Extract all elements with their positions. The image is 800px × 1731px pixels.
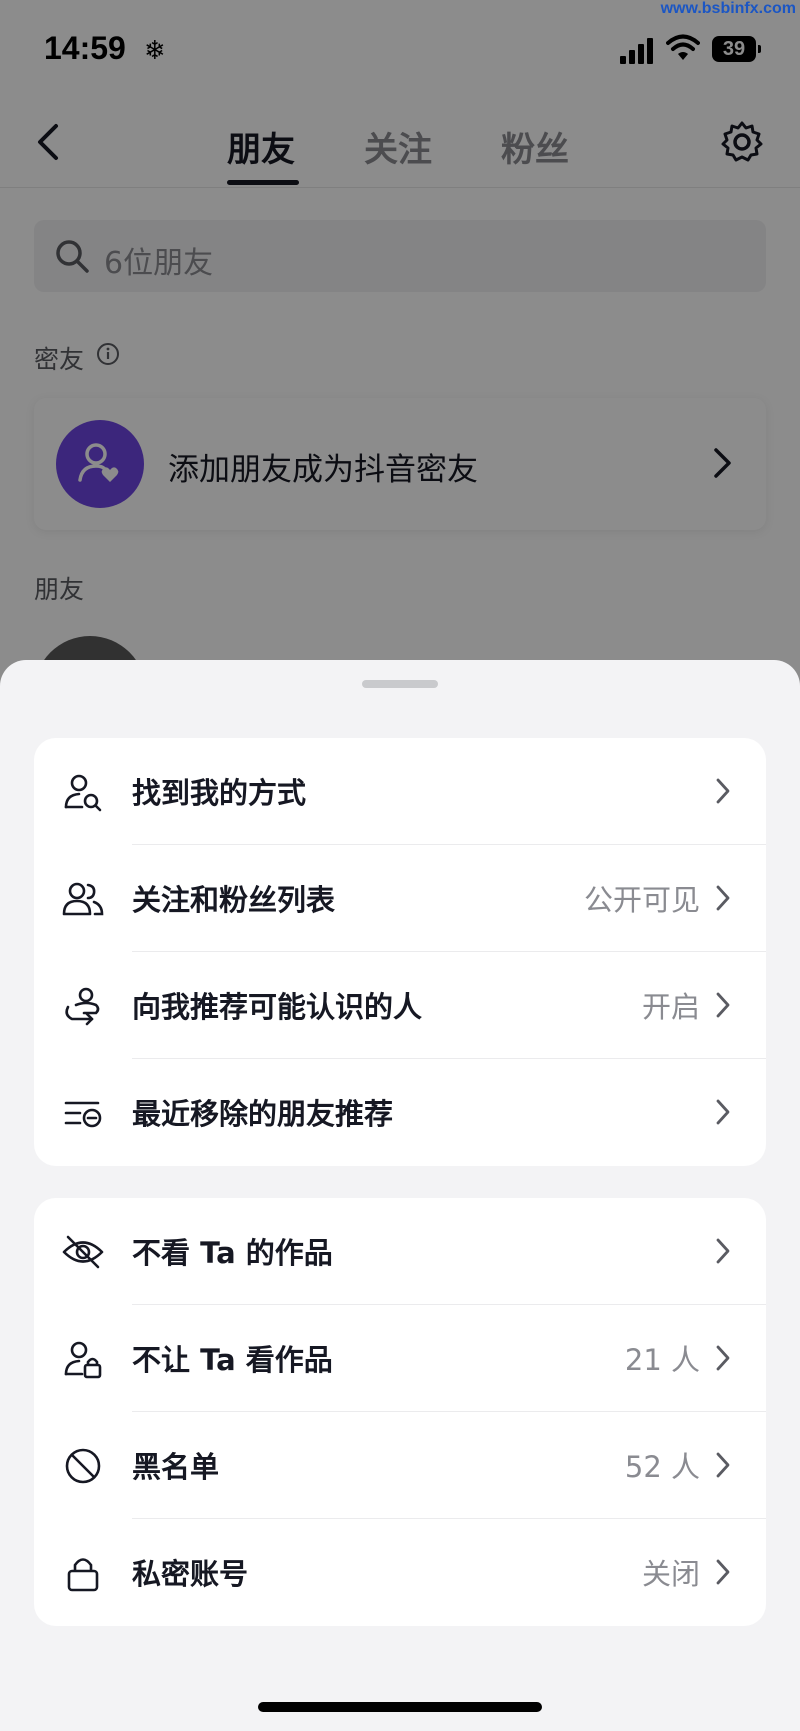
sheet-drag-handle[interactable] <box>362 680 438 688</box>
row-label: 找到我的方式 <box>132 776 307 810</box>
row-label: 不看 Ta 的作品 <box>132 1236 333 1270</box>
chevron-right-icon <box>716 1345 730 1371</box>
eye-off-icon <box>62 1235 104 1269</box>
row-value: 关闭 <box>641 1557 700 1591</box>
settings-group-privacy: 不看 Ta 的作品 不让 Ta 看作品 21 人 黑名单 52 人 私密账号 关… <box>34 1198 766 1626</box>
row-value: 公开可见 <box>583 883 700 917</box>
row-label: 最近移除的朋友推荐 <box>132 1097 394 1131</box>
row-recommend-people[interactable]: 向我推荐可能认识的人 开启 <box>34 952 766 1059</box>
row-value: 21 人 <box>624 1343 700 1377</box>
row-value: 52 人 <box>624 1450 700 1484</box>
watermark-text: www.bsbinfx.com <box>660 0 796 17</box>
home-indicator <box>258 1702 542 1712</box>
user-lock-icon <box>64 1341 102 1379</box>
users-icon <box>62 882 104 916</box>
lock-icon <box>67 1558 99 1592</box>
row-follow-fans-list[interactable]: 关注和粉丝列表 公开可见 <box>34 845 766 952</box>
row-label: 关注和粉丝列表 <box>132 883 336 917</box>
row-label: 私密账号 <box>132 1557 249 1591</box>
chevron-right-icon <box>716 885 730 911</box>
removed-list-icon <box>64 1101 102 1128</box>
row-hide-their-works[interactable]: 不看 Ta 的作品 <box>34 1198 766 1305</box>
row-value: 开启 <box>641 990 700 1024</box>
chevron-right-icon <box>716 1452 730 1478</box>
settings-group-discovery: 找到我的方式 关注和粉丝列表 公开可见 向我推荐可能认识的人 开启 最近移除的朋… <box>34 738 766 1166</box>
chevron-right-icon <box>716 778 730 804</box>
user-search-icon <box>64 774 102 812</box>
row-blacklist[interactable]: 黑名单 52 人 <box>34 1412 766 1519</box>
row-label: 不让 Ta 看作品 <box>132 1343 333 1377</box>
row-find-me-methods[interactable]: 找到我的方式 <box>34 738 766 845</box>
recommend-people-icon <box>65 987 100 1026</box>
chevron-right-icon <box>716 992 730 1018</box>
row-removed-recommendations[interactable]: 最近移除的朋友推荐 <box>34 1059 766 1166</box>
chevron-right-icon <box>716 1559 730 1585</box>
privacy-settings-sheet: 找到我的方式 关注和粉丝列表 公开可见 向我推荐可能认识的人 开启 最近移除的朋… <box>0 660 800 1731</box>
row-hide-my-works[interactable]: 不让 Ta 看作品 21 人 <box>34 1305 766 1412</box>
block-icon <box>65 1448 101 1484</box>
row-label: 黑名单 <box>132 1450 220 1484</box>
chevron-right-icon <box>716 1099 730 1125</box>
row-private-account[interactable]: 私密账号 关闭 <box>34 1519 766 1626</box>
chevron-right-icon <box>716 1238 730 1264</box>
row-label: 向我推荐可能认识的人 <box>132 990 423 1024</box>
